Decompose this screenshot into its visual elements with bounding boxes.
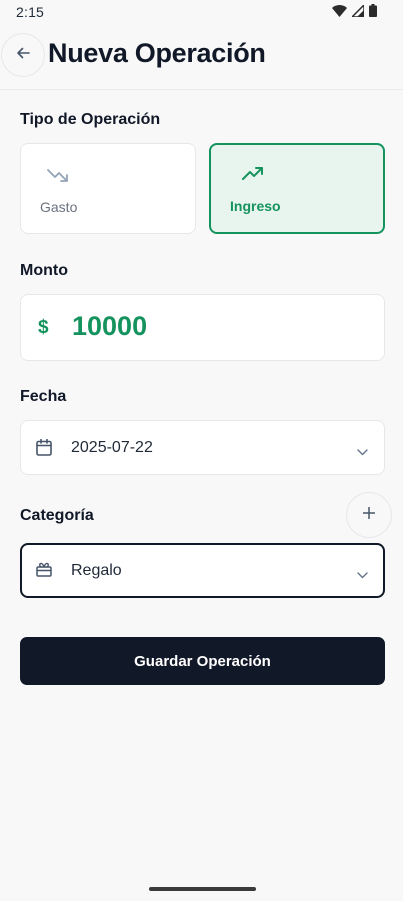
wifi-icon xyxy=(332,4,347,22)
category-select[interactable]: Regalo xyxy=(20,543,385,598)
type-option-ingreso[interactable]: Ingreso xyxy=(209,143,385,234)
type-option-label: Ingreso xyxy=(230,198,281,214)
gift-icon xyxy=(36,562,52,582)
category-label: Categoría xyxy=(20,507,94,524)
trending-down-icon xyxy=(47,168,69,187)
back-button[interactable] xyxy=(1,33,45,77)
currency-symbol: $ xyxy=(38,317,49,338)
amount-value: 10000 xyxy=(72,311,148,341)
chevron-down-icon xyxy=(357,443,368,461)
amount-label: Monto xyxy=(20,262,68,279)
signal-icon xyxy=(350,3,365,22)
page-title: Nueva Operación xyxy=(48,38,266,68)
app-header: Nueva Operación xyxy=(0,28,403,88)
date-label: Fecha xyxy=(20,388,67,405)
date-value: 2025-07-22 xyxy=(71,439,153,456)
battery-icon xyxy=(369,4,377,22)
operation-type-label: Tipo de Operación xyxy=(20,111,161,128)
trending-up-icon xyxy=(242,167,264,186)
home-indicator[interactable] xyxy=(149,887,256,891)
status-bar: 2:15 xyxy=(0,0,403,26)
chevron-down-icon xyxy=(357,566,368,584)
status-icons xyxy=(332,3,377,22)
type-option-label: Gasto xyxy=(40,199,78,215)
save-operation-button[interactable]: Guardar Operación xyxy=(20,637,385,685)
calendar-icon xyxy=(36,438,52,461)
amount-input[interactable]: $ 10000 xyxy=(20,294,385,361)
category-value: Regalo xyxy=(71,562,122,579)
status-time: 2:15 xyxy=(16,4,45,20)
type-option-gasto[interactable]: Gasto xyxy=(20,143,196,234)
date-select[interactable]: 2025-07-22 xyxy=(20,420,385,475)
header-divider xyxy=(0,89,403,90)
arrow-left-icon xyxy=(15,45,31,66)
plus-icon xyxy=(362,506,376,524)
add-category-button[interactable] xyxy=(346,492,392,538)
